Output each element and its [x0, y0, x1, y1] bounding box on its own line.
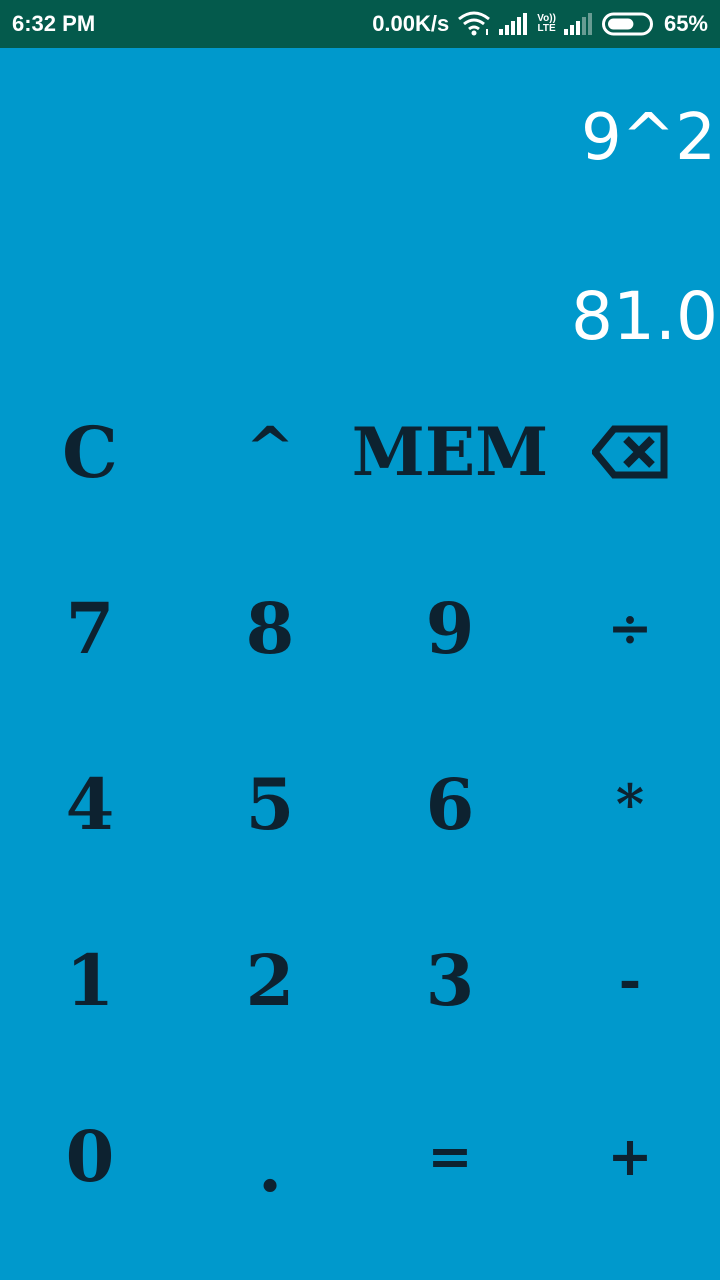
subtract-button[interactable]: -	[540, 892, 720, 1068]
digit-0-button[interactable]: 0	[0, 1068, 180, 1244]
multiply-button[interactable]: *	[540, 716, 720, 892]
digit-8-label: 8	[245, 586, 295, 670]
digit-6-label: 6	[425, 762, 475, 846]
digit-1-label: 1	[65, 938, 115, 1022]
equals-button[interactable]: =	[360, 1068, 540, 1244]
status-time: 6:32 PM	[12, 11, 96, 36]
add-button[interactable]: +	[540, 1068, 720, 1244]
keypad: C ^ MEM 7 8 9 ÷ 4 5 6 * 1 2 3 - 0. = +	[0, 364, 720, 1244]
add-label: +	[607, 1124, 653, 1188]
digit-7-button[interactable]: 7	[0, 540, 180, 716]
status-bar: 6:32 PM 0.00K/s Vo)) LTE 65%	[0, 0, 720, 48]
digit-9-label: 9	[425, 586, 475, 670]
backspace-button[interactable]	[540, 364, 720, 540]
digit-5-button[interactable]: 5	[180, 716, 360, 892]
decimal-button[interactable]: .	[180, 1068, 360, 1244]
battery-percent: 65%	[663, 11, 708, 36]
digit-2-button[interactable]: 2	[180, 892, 360, 1068]
memory-label: MEM	[351, 413, 549, 491]
backspace-icon	[592, 425, 668, 479]
memory-button[interactable]: MEM	[352, 364, 548, 540]
digit-4-button[interactable]: 4	[0, 716, 180, 892]
result-display: 81.0	[571, 278, 718, 355]
digit-5-label: 5	[245, 762, 295, 846]
status-icons: 0.00K/s Vo)) LTE 65%	[372, 0, 708, 48]
volte-icon: Vo)) LTE	[537, 14, 556, 34]
digit-6-button[interactable]: 6	[360, 716, 540, 892]
equals-label: =	[427, 1124, 473, 1188]
expression-display: 9^2	[580, 101, 716, 175]
calculator-display: 9^2 81.0	[0, 48, 720, 378]
digit-2-label: 2	[245, 938, 295, 1022]
signal-icon	[563, 13, 594, 35]
divide-button[interactable]: ÷	[540, 540, 720, 716]
multiply-label: *	[615, 772, 645, 836]
wifi-icon	[457, 11, 491, 37]
digit-4-label: 4	[65, 762, 115, 846]
digit-3-label: 3	[425, 938, 475, 1022]
divide-label: ÷	[607, 596, 653, 660]
battery-icon	[601, 12, 656, 36]
digit-9-button[interactable]: 9	[360, 540, 540, 716]
digit-7-label: 7	[65, 586, 115, 670]
digit-1-button[interactable]: 1	[0, 892, 180, 1068]
digit-8-button[interactable]: 8	[180, 540, 360, 716]
clear-button[interactable]: C	[0, 364, 180, 540]
signal-icon	[499, 13, 529, 35]
clear-label: C	[62, 410, 118, 494]
power-label: ^	[245, 414, 295, 482]
network-speed: 0.00K/s	[372, 11, 450, 36]
digit-3-button[interactable]: 3	[360, 892, 540, 1068]
subtract-label: -	[618, 948, 642, 1012]
power-button[interactable]: ^	[180, 364, 360, 540]
decimal-label: .	[257, 1124, 283, 1208]
lte-label: LTE	[537, 23, 556, 34]
digit-0-label: 0	[65, 1114, 115, 1198]
